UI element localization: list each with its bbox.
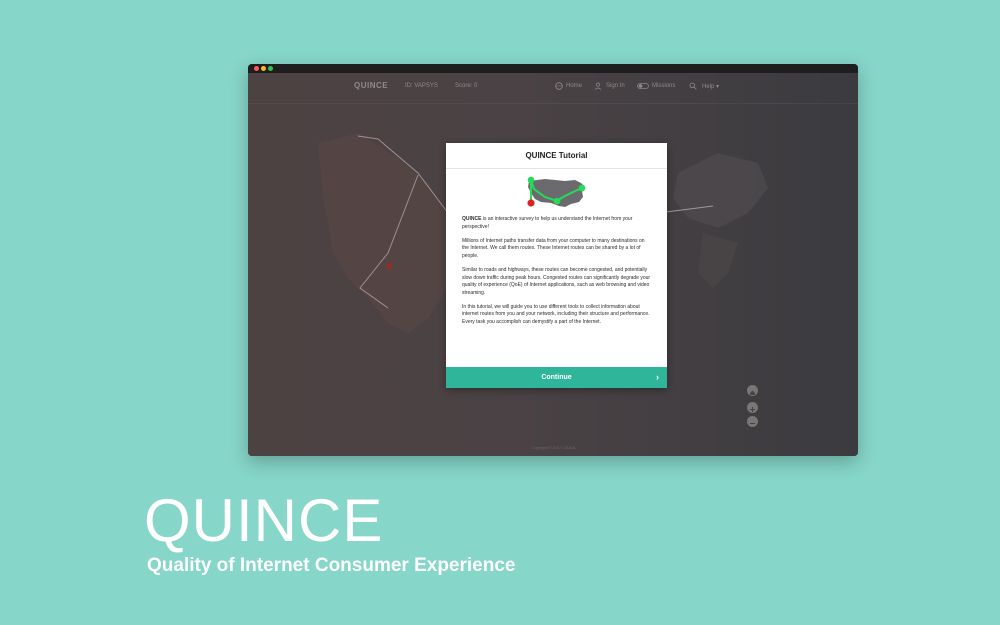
brand-logo[interactable]: QUINCE: [354, 81, 388, 90]
close-window-button[interactable]: [254, 66, 259, 71]
user-id: ID: VAPSYS: [405, 83, 438, 89]
plus-icon: [750, 407, 755, 412]
minus-icon: [750, 423, 755, 424]
minimize-window-button[interactable]: [261, 66, 266, 71]
route-node: [527, 176, 535, 184]
window-titlebar: [248, 64, 858, 73]
chevron-right-icon: ›: [656, 372, 659, 382]
home-view-button[interactable]: [747, 385, 758, 396]
maximize-window-button[interactable]: [268, 66, 273, 71]
zoom-out-button[interactable]: [747, 416, 758, 427]
route-node: [553, 197, 561, 205]
hero-subtitle: Quality of Internet Consumer Experience: [147, 555, 516, 576]
zoom-in-button[interactable]: [747, 402, 758, 413]
alaska-landmass: [318, 133, 458, 333]
route-node: [386, 263, 392, 269]
greenland-landmass: [673, 153, 768, 228]
tutorial-modal: QUINCE Tutorial QUINCE is an interactive…: [446, 143, 667, 388]
paragraph-tutorial: In this tutorial, we will guide you to u…: [462, 303, 650, 326]
search-icon: [689, 82, 697, 90]
globe-icon: [555, 82, 563, 90]
home-icon: [750, 390, 755, 395]
paragraph-routes: Millions of Internet paths transfer data…: [462, 237, 645, 259]
hero-title: QUINCE: [144, 487, 384, 554]
usa-routes-illustration: [527, 176, 586, 207]
copyright-text: Copyright © 2017 CAIDA: [530, 445, 576, 450]
islands-landmass: [698, 233, 738, 288]
modal-body: QUINCE is an interactive survey to help …: [462, 216, 652, 333]
route-node-origin: [527, 199, 535, 207]
intro-brand: QUINCE: [462, 216, 482, 222]
continue-label: Continue: [541, 374, 572, 381]
nav-item-sign-in[interactable]: Sign In: [606, 83, 625, 89]
paragraph-congestion: Similar to roads and highways, these rou…: [462, 266, 651, 296]
route-node: [578, 184, 586, 192]
continue-button[interactable]: Continue ›: [446, 367, 667, 388]
top-navbar: QUINCE ID: VAPSYS Score: 0 Home Sign In …: [248, 73, 858, 104]
toggle-icon: [637, 83, 649, 89]
user-icon: [594, 82, 602, 90]
nav-item-home[interactable]: Home: [566, 83, 582, 89]
score-display: Score: 0: [455, 83, 478, 89]
intro-paragraph: QUINCE is an interactive survey to help …: [462, 216, 652, 231]
intro-text: is an interactive survey to help us unde…: [462, 216, 633, 230]
nav-item-help[interactable]: Help ▾: [702, 83, 719, 90]
nav-item-missions[interactable]: Missions: [652, 83, 675, 89]
modal-title: QUINCE Tutorial: [446, 143, 667, 169]
